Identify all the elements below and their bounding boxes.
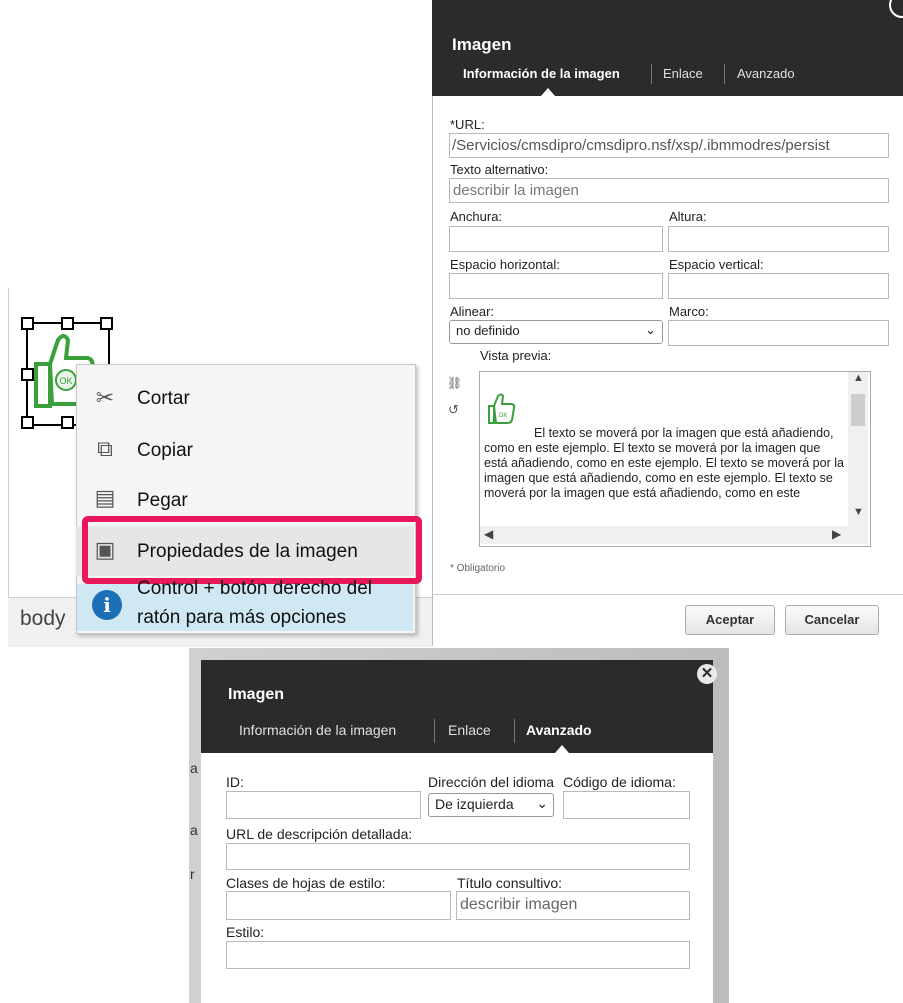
width-field[interactable]: [449, 226, 663, 252]
menu-item-cut[interactable]: [76, 373, 414, 423]
classes-label: Clases de hojas de estilo:: [226, 875, 386, 891]
lang-dir-value: De izquierda: [435, 796, 514, 812]
vspace-field[interactable]: [668, 273, 889, 299]
preview-thumbs-up-icon: OK: [488, 393, 516, 424]
resize-handle[interactable]: [21, 368, 34, 381]
accept-button[interactable]: Aceptar: [685, 605, 775, 635]
tip-line-2: ratón para más opciones: [137, 607, 347, 628]
url-field[interactable]: /Servicios/cmsdipro/cmsdipro.nsf/xsp/.ib…: [449, 133, 889, 158]
copy-icon: ⧉: [97, 436, 113, 461]
preview-label: Vista previa:: [480, 348, 552, 363]
hspace-label: Espacio horizontal:: [450, 257, 560, 272]
tab-advanced[interactable]: Avanzado: [526, 722, 592, 738]
menu-item-copy[interactable]: [76, 424, 414, 474]
tab-link[interactable]: Enlace: [448, 722, 491, 738]
dialog-header: [201, 660, 713, 753]
menu-item-label: Pegar: [137, 490, 188, 511]
scroll-up-icon[interactable]: ▲: [853, 372, 864, 384]
width-label: Anchura:: [450, 209, 503, 224]
align-label: Alinear:: [450, 304, 495, 319]
tab-separator: [434, 719, 435, 743]
height-label: Altura:: [669, 209, 707, 224]
align-select-value: no definido: [456, 323, 520, 338]
element-path[interactable]: body: [20, 607, 66, 631]
lang-code-field[interactable]: [563, 791, 690, 819]
active-tab-indicator: [541, 88, 555, 96]
style-label: Estilo:: [226, 924, 265, 940]
scroll-right-icon[interactable]: ▶: [832, 527, 841, 541]
horizontal-scrollbar[interactable]: [480, 526, 848, 544]
scroll-left-icon[interactable]: ◀: [484, 527, 493, 541]
resize-handle[interactable]: [100, 317, 113, 330]
menu-item-label: Cortar: [137, 388, 190, 409]
chevron-down-icon: ⌄: [536, 795, 548, 811]
scroll-down-icon[interactable]: ▼: [853, 506, 864, 518]
resize-handle[interactable]: [21, 416, 34, 429]
required-note: * Obligatorio: [450, 563, 506, 574]
border-field[interactable]: [668, 320, 889, 346]
longdesc-field[interactable]: [226, 843, 690, 870]
dialog-title: Imagen: [228, 686, 285, 703]
tab-separator: [514, 719, 515, 743]
chevron-down-icon: ⌄: [645, 322, 656, 337]
tab-separator: [651, 64, 652, 84]
dialog-title: Imagen: [452, 35, 512, 54]
resize-handle[interactable]: [21, 317, 34, 330]
tab-link[interactable]: Enlace: [663, 66, 703, 81]
preview-ok-badge: OK: [499, 413, 508, 419]
preview-text: El texto se moverá por la imagen que est…: [484, 426, 844, 500]
style-field[interactable]: [226, 941, 690, 969]
resize-handle[interactable]: [61, 416, 74, 429]
url-label: *URL:: [450, 117, 485, 132]
lock-ratio-icon[interactable]: ⛓: [447, 376, 462, 390]
background-text: a: [190, 822, 198, 838]
tab-advanced[interactable]: Avanzado: [737, 66, 795, 81]
resize-handle[interactable]: [61, 317, 74, 330]
info-icon: i: [92, 590, 122, 620]
tab-image-info[interactable]: Información de la imagen: [239, 722, 396, 738]
border-label: Marco:: [669, 304, 709, 319]
preview-box: OK El texto se moverá por la imagen que …: [479, 371, 871, 547]
scrollbar-thumb[interactable]: [851, 394, 865, 426]
hspace-field[interactable]: [449, 273, 663, 299]
tooltip-label: Título consultivo:: [457, 875, 563, 891]
alt-text-label: Texto alternativo:: [450, 162, 549, 177]
lang-dir-label: Dirección del idioma: [428, 774, 555, 790]
id-field[interactable]: [226, 791, 421, 819]
cancel-button[interactable]: Cancelar: [785, 605, 879, 635]
ok-badge: OK: [59, 376, 72, 386]
longdesc-label: URL de descripción detallada:: [226, 826, 413, 842]
tip-line-1: Control + botón derecho del: [137, 578, 373, 599]
reset-size-icon[interactable]: ↺: [448, 402, 459, 418]
paste-icon: ▤: [94, 485, 116, 510]
footer-divider: [432, 594, 903, 595]
lang-code-label: Código de idioma:: [563, 774, 676, 790]
tab-image-info[interactable]: Información de la imagen: [463, 66, 620, 81]
align-select[interactable]: no definido ⌄: [449, 320, 663, 344]
lang-dir-select[interactable]: De izquierda ⌄: [428, 793, 554, 817]
highlight-frame: [82, 516, 422, 584]
background-text: a: [190, 760, 198, 776]
tab-separator: [724, 64, 725, 84]
alt-text-field[interactable]: describir la imagen: [449, 178, 889, 203]
classes-field[interactable]: [226, 891, 451, 920]
active-tab-indicator: [555, 745, 569, 753]
id-label: ID:: [226, 774, 244, 790]
vspace-label: Espacio vertical:: [669, 257, 764, 272]
tooltip-field[interactable]: describir imagen: [456, 891, 690, 920]
height-field[interactable]: [668, 226, 889, 252]
menu-item-label: Copiar: [137, 440, 193, 461]
scissors-icon: ✂: [95, 385, 115, 410]
background-text: r: [190, 866, 195, 882]
close-icon[interactable]: ✕: [697, 664, 717, 684]
